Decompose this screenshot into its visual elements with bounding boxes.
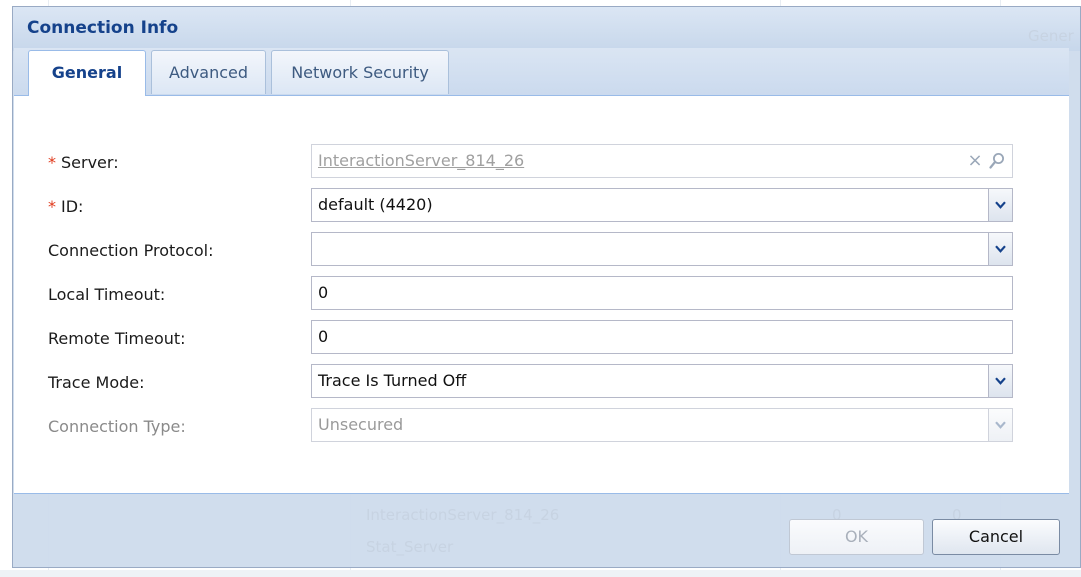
local-timeout-row: Local Timeout: 0 bbox=[14, 276, 1069, 314]
trace-mode-label: Trace Mode: bbox=[48, 373, 145, 392]
tab-strip: General Advanced Network Security bbox=[14, 48, 1069, 96]
ok-button[interactable]: OK bbox=[789, 519, 924, 555]
local-timeout-value: 0 bbox=[318, 283, 329, 302]
id-dropdown-trigger[interactable] bbox=[988, 189, 1012, 221]
id-label: * ID: bbox=[48, 197, 83, 216]
local-timeout-input[interactable]: 0 bbox=[311, 276, 1013, 310]
remote-timeout-input[interactable]: 0 bbox=[311, 320, 1013, 354]
remote-timeout-row: Remote Timeout: 0 bbox=[14, 320, 1069, 358]
connection-type-value: Unsecured bbox=[318, 415, 404, 434]
server-row: * Server: InteractionServer_814_26 × bbox=[14, 144, 1069, 182]
dialog-footer: OK Cancel bbox=[14, 494, 1069, 562]
tab-advanced[interactable]: Advanced bbox=[151, 50, 266, 94]
connection-protocol-row: Connection Protocol: bbox=[14, 232, 1069, 270]
remote-timeout-value: 0 bbox=[318, 327, 329, 346]
remote-timeout-label: Remote Timeout: bbox=[48, 329, 186, 348]
dialog-title: Connection Info bbox=[27, 18, 179, 38]
connection-protocol-combobox[interactable] bbox=[311, 232, 1013, 266]
background-strip bbox=[0, 570, 1081, 577]
cancel-button[interactable]: Cancel bbox=[932, 519, 1060, 555]
search-icon[interactable] bbox=[986, 149, 1008, 173]
general-form-panel: * Server: InteractionServer_814_26 × * ID:… bbox=[14, 96, 1069, 494]
required-marker: * bbox=[48, 153, 56, 172]
id-label-text: ID: bbox=[61, 197, 84, 216]
chevron-down-icon bbox=[995, 377, 1006, 385]
connection-type-label: Connection Type: bbox=[48, 417, 186, 436]
connection-type-dropdown-trigger bbox=[988, 409, 1012, 441]
chevron-down-icon bbox=[995, 421, 1006, 429]
chevron-down-icon bbox=[995, 201, 1006, 209]
id-row: * ID: default (4420) bbox=[14, 188, 1069, 226]
server-label: * Server: bbox=[48, 153, 119, 172]
trace-mode-combobox[interactable]: Trace Is Turned Off bbox=[311, 364, 1013, 398]
tab-network-security[interactable]: Network Security bbox=[271, 50, 449, 94]
chevron-down-icon bbox=[995, 245, 1006, 253]
server-label-text: Server: bbox=[61, 153, 119, 172]
connection-type-combobox: Unsecured bbox=[311, 408, 1013, 442]
connection-type-row: Connection Type: Unsecured bbox=[14, 408, 1069, 446]
connection-protocol-dropdown-trigger[interactable] bbox=[988, 233, 1012, 265]
id-combobox[interactable]: default (4420) bbox=[311, 188, 1013, 222]
server-value[interactable]: InteractionServer_814_26 bbox=[318, 151, 524, 170]
server-field[interactable]: InteractionServer_814_26 × bbox=[311, 144, 1013, 178]
clear-icon[interactable]: × bbox=[964, 149, 986, 173]
trace-mode-dropdown-trigger[interactable] bbox=[988, 365, 1012, 397]
dialog-header: Connection Info bbox=[13, 7, 1080, 51]
id-value: default (4420) bbox=[318, 195, 433, 214]
server-tools: × bbox=[964, 149, 1008, 173]
local-timeout-label: Local Timeout: bbox=[48, 285, 166, 304]
required-marker: * bbox=[48, 197, 56, 216]
background-header-fragment: Gener bbox=[1028, 27, 1074, 45]
trace-mode-row: Trace Mode: Trace Is Turned Off bbox=[14, 364, 1069, 402]
trace-mode-value: Trace Is Turned Off bbox=[318, 371, 467, 390]
tab-general[interactable]: General bbox=[28, 50, 146, 96]
connection-protocol-label: Connection Protocol: bbox=[48, 241, 214, 260]
